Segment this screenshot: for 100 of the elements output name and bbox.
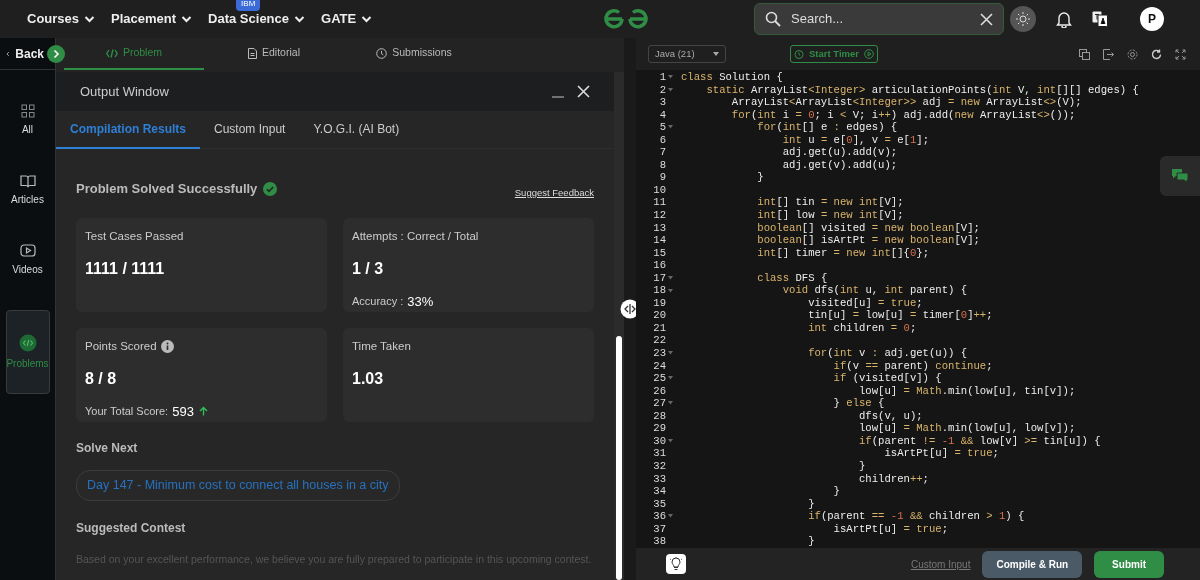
line-number: 22: [652, 334, 666, 348]
code-line: low[u] = Math.min(low[u], low[v]);: [858, 422, 1076, 435]
line-number: 11: [652, 196, 666, 209]
theme-toggle-icon[interactable]: [1010, 6, 1036, 32]
line-number: 26: [652, 384, 666, 398]
search-input[interactable]: Search...: [789, 8, 972, 30]
back-button[interactable]: Back: [0, 38, 44, 69]
chat-button[interactable]: [1160, 156, 1200, 196]
check-circle-icon: [263, 182, 278, 197]
code-line: int[] low = new int[V];: [756, 209, 904, 222]
fold-icon[interactable]: [668, 376, 673, 381]
line-number: 21: [652, 321, 666, 335]
lightbulb-icon: [669, 557, 683, 571]
scrollbar[interactable]: [614, 72, 624, 580]
nav-menu[interactable]: Courses: [27, 9, 96, 29]
code-line: dfs(v, u);: [858, 409, 923, 423]
problem-tab[interactable]: Problem: [64, 38, 204, 70]
output-tab[interactable]: Custom Input: [200, 111, 300, 149]
expand-icon[interactable]: [47, 45, 65, 63]
line-number: 3: [658, 96, 666, 109]
code-line: for(int i = 0; i < V; i++) adj.add(new ArrayList<>());: [730, 108, 1076, 122]
chevron-down-icon: [181, 15, 193, 23]
export-icon[interactable]: [1103, 48, 1114, 60]
line-number: 28: [652, 409, 666, 423]
problem-tab[interactable]: Editorial: [204, 38, 344, 70]
close-icon[interactable]: [577, 85, 590, 98]
line-number: 18: [652, 284, 666, 297]
code-line: ArrayList<ArrayList<Integer>> adj = new ArrayList<>(V);: [730, 96, 1082, 109]
submit-button[interactable]: Submit: [1094, 550, 1164, 578]
stat-value: 1 / 3: [352, 258, 385, 279]
line-number: 10: [652, 183, 666, 197]
line-number: 25: [652, 372, 666, 385]
line-number: 6: [658, 133, 666, 147]
feedback-link[interactable]: Suggest Feedback: [514, 186, 594, 201]
nav-menu[interactable]: Data Science: [208, 9, 305, 29]
line-number: 20: [652, 309, 666, 322]
badge: IBM: [236, 0, 261, 12]
search-icon: [765, 11, 781, 27]
sidebar-item[interactable]: Problems: [5, 310, 50, 394]
code-icon: [18, 333, 37, 352]
custom-input-link[interactable]: Custom Input: [910, 556, 971, 572]
fold-icon[interactable]: [668, 514, 673, 519]
reset-icon[interactable]: [1151, 48, 1162, 60]
settings-icon[interactable]: [1127, 48, 1138, 60]
line-number: 37: [652, 522, 666, 536]
fold-icon[interactable]: [668, 351, 673, 356]
fullscreen-icon[interactable]: [1175, 48, 1186, 60]
chevron-down-icon: [294, 15, 305, 23]
nav-menu[interactable]: Placement: [111, 9, 193, 29]
close-icon[interactable]: [980, 12, 993, 26]
fold-icon[interactable]: [668, 401, 673, 406]
line-number: 9: [658, 171, 666, 184]
notification-bell-icon[interactable]: [1056, 10, 1072, 28]
grid-icon: [20, 103, 35, 118]
start-timer-button[interactable]: Start Timer: [790, 45, 878, 63]
info-icon[interactable]: [160, 340, 174, 354]
fold-icon[interactable]: [668, 87, 673, 92]
logo[interactable]: [602, 8, 651, 30]
section-heading: Suggested Contest: [76, 520, 187, 537]
stat-note-value: 593: [172, 402, 194, 421]
line-number: 1: [658, 71, 666, 84]
stat-note-value: 33%: [407, 292, 434, 311]
document-icon: [248, 47, 258, 59]
code-line: int[] tin = new int[V];: [756, 196, 904, 209]
line-number: 27: [652, 397, 666, 410]
status-message: Problem Solved Successfully: [76, 180, 258, 199]
code-line: boolean[] isArtPt = new boolean[V];: [756, 234, 980, 247]
code-line: adj.get(v).add(u);: [781, 158, 898, 172]
compile-run-button[interactable]: Compile & Run: [982, 550, 1083, 578]
code-line: if(v == parent) continue;: [832, 359, 993, 373]
language-select[interactable]: Java (21): [648, 45, 726, 63]
fold-icon[interactable]: [668, 276, 673, 280]
avatar[interactable]: P: [1140, 7, 1164, 31]
fold-icon[interactable]: [668, 125, 673, 130]
code-line: if(parent != -1 && low[v] >= tin[u]) {: [858, 434, 1101, 448]
code-line: }: [756, 171, 764, 184]
line-number: 4: [658, 108, 666, 122]
line-number: 16: [652, 259, 666, 272]
line-number: 32: [652, 459, 666, 473]
search-field[interactable]: Search...: [754, 3, 1004, 35]
line-number: 17: [652, 271, 666, 285]
fold-icon[interactable]: [668, 75, 673, 80]
code-line: if(parent == -1 && children > 1) {: [807, 510, 1025, 523]
fold-icon[interactable]: [668, 288, 673, 293]
copy-icon[interactable]: [1079, 48, 1090, 60]
code-line: low[u] = Math.min(low[u], tin[v]);: [858, 384, 1076, 398]
stat-label: Test Cases Passed: [85, 229, 184, 245]
output-tab[interactable]: Y.O.G.I. (AI Bot): [299, 111, 414, 149]
line-number: 30: [652, 434, 666, 448]
nav-menu[interactable]: GATE: [321, 9, 373, 29]
hint-button[interactable]: [666, 554, 686, 574]
chevron-down-icon: [84, 15, 96, 23]
problem-tab[interactable]: Submissions: [344, 38, 484, 70]
output-tab[interactable]: Compilation Results: [56, 111, 200, 149]
line-number: 8: [658, 158, 666, 172]
fold-icon[interactable]: [668, 439, 673, 444]
code-line: isArtPt[u] = true;: [883, 447, 999, 460]
code-line: }: [807, 535, 815, 548]
chat-icon: [1171, 168, 1189, 184]
code-line: class DFS {: [756, 271, 828, 285]
